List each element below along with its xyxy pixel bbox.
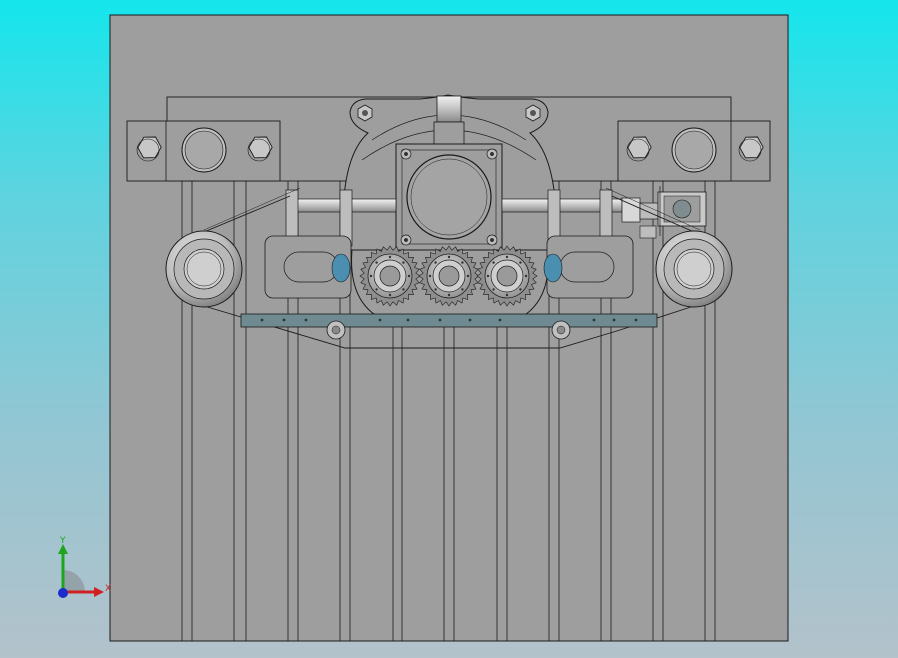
coordinate-triad: Y X (50, 536, 120, 606)
right-blue-bearing (543, 253, 563, 283)
triad-plane (63, 570, 85, 592)
z-axis-marker (58, 588, 68, 598)
graphics-viewport[interactable]: Y X (0, 0, 898, 658)
left-blue-bearing (331, 253, 351, 283)
right-pulley (655, 230, 733, 308)
y-axis-label: Y (60, 536, 66, 546)
left-hole (181, 127, 227, 173)
arch-nut-left (357, 104, 373, 122)
arch-nut-right (525, 104, 541, 122)
right-hole (671, 127, 717, 173)
left-pulley (165, 230, 243, 308)
x-axis-label: X (105, 584, 112, 594)
gear-train (359, 245, 538, 307)
gearbox-bore (406, 154, 492, 240)
model-drawing[interactable] (0, 0, 898, 658)
top-shaft (436, 95, 462, 123)
top-shaft-collar (433, 121, 465, 145)
